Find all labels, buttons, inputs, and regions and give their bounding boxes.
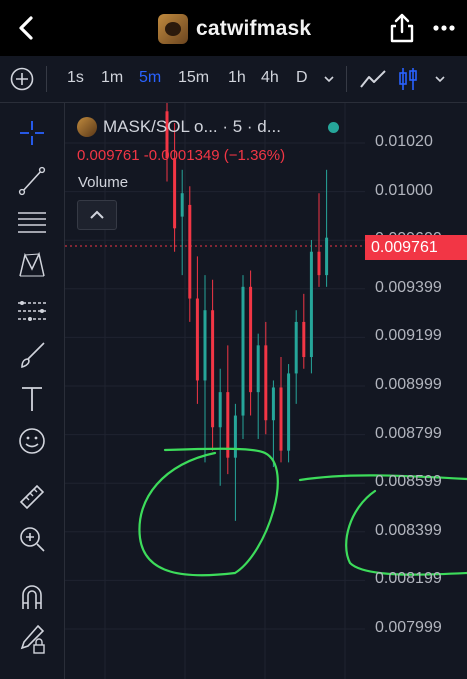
timeframe-1m[interactable]: 1m — [101, 69, 123, 87]
timeframe-15m[interactable]: 15m — [178, 69, 209, 87]
price-axis-label: 0.01000 — [375, 181, 433, 199]
add-indicator-icon[interactable] — [10, 67, 34, 91]
more-options-icon[interactable] — [432, 18, 456, 38]
price-axis-label: 0.008799 — [375, 424, 442, 442]
candle-body — [241, 286, 245, 416]
emoji-icon[interactable] — [16, 425, 48, 457]
price-axis-label: 0.008399 — [375, 521, 442, 539]
token-title: catwifmask — [158, 13, 311, 45]
price-axis-label: 0.008999 — [375, 376, 442, 393]
market-status-dot — [328, 122, 339, 133]
price-axis-label: 0.009399 — [375, 278, 442, 296]
trend-line-icon[interactable] — [16, 165, 48, 197]
candles-chart-icon[interactable] — [397, 66, 419, 92]
toolbar-divider — [346, 66, 347, 92]
prediction-ranges-icon[interactable] — [16, 295, 48, 327]
text-tool-icon[interactable] — [16, 383, 48, 415]
brush-icon[interactable] — [16, 339, 48, 371]
timeframe-d[interactable]: D — [296, 69, 308, 87]
candle-body — [325, 237, 329, 276]
timeframe-5m[interactable]: 5m — [139, 69, 161, 87]
pattern-icon[interactable] — [16, 250, 48, 282]
magnet-icon[interactable] — [16, 581, 48, 613]
chart-type-chevron-down-icon[interactable] — [433, 72, 447, 86]
back-arrow-icon[interactable] — [14, 14, 38, 42]
candle-body — [317, 251, 321, 276]
price-axis-label: 0.009199 — [375, 327, 442, 345]
timeframe-1s[interactable]: 1s — [67, 69, 84, 87]
candle-body — [180, 193, 184, 217]
last-price-tag: 0.009761 — [365, 235, 467, 260]
token-avatar — [158, 14, 188, 44]
price-axis-label: 0.01020 — [375, 133, 433, 150]
ruler-icon[interactable] — [16, 481, 48, 513]
drawing-toolbar — [0, 103, 65, 679]
price-axis-label: 0.008599 — [375, 473, 442, 491]
candle-body — [279, 387, 283, 451]
candle-body — [233, 415, 237, 458]
timeframe-1h[interactable]: 1h — [228, 69, 246, 87]
price-axis-label: 0.008199 — [375, 570, 442, 588]
candle-body — [256, 345, 260, 393]
candle-body — [249, 286, 253, 393]
candle-body — [302, 321, 306, 358]
top-bar: catwifmask — [0, 0, 467, 56]
candle-body — [203, 310, 207, 381]
timeframe-chevron-down-icon[interactable] — [322, 72, 336, 86]
candle-body — [173, 158, 177, 229]
symbol-label: MASK/SOL o... · 5 · d... — [103, 117, 281, 136]
annotation-circle — [138, 447, 279, 577]
fib-retracement-icon[interactable] — [16, 206, 48, 238]
symbol-legend[interactable]: MASK/SOL o... · 5 · d... — [77, 117, 281, 137]
candle-body — [287, 373, 291, 451]
chart-toolbar: 1s 1m 5m 15m 1h 4h D — [0, 56, 467, 103]
candle-body — [264, 345, 268, 421]
candle-body — [211, 310, 215, 428]
volume-label: Volume — [78, 174, 129, 191]
lock-drawings-icon[interactable] — [16, 623, 48, 655]
candle-body — [218, 392, 222, 428]
candle-body — [188, 204, 192, 299]
candle-body — [294, 321, 298, 374]
crosshair-icon[interactable] — [16, 117, 48, 149]
line-chart-icon[interactable] — [359, 67, 387, 91]
token-coin-icon — [77, 117, 97, 137]
price-axis-label: 0.007999 — [375, 619, 442, 636]
candle-body — [309, 251, 313, 358]
price-chart[interactable]: MASK/SOL o... · 5 · d... 0.009761 -0.000… — [65, 103, 467, 679]
toolbar-divider — [46, 66, 47, 92]
timeframe-4h[interactable]: 4h — [261, 69, 279, 87]
share-icon[interactable] — [388, 12, 416, 44]
price-change: 0.009761 -0.0001349 (−1.36%) — [77, 147, 286, 164]
candle-body — [195, 298, 199, 381]
candle-body — [271, 387, 275, 421]
page-title: catwifmask — [196, 17, 312, 40]
collapse-legend-chevron-up-icon[interactable] — [77, 200, 117, 230]
zoom-in-icon[interactable] — [16, 523, 48, 555]
